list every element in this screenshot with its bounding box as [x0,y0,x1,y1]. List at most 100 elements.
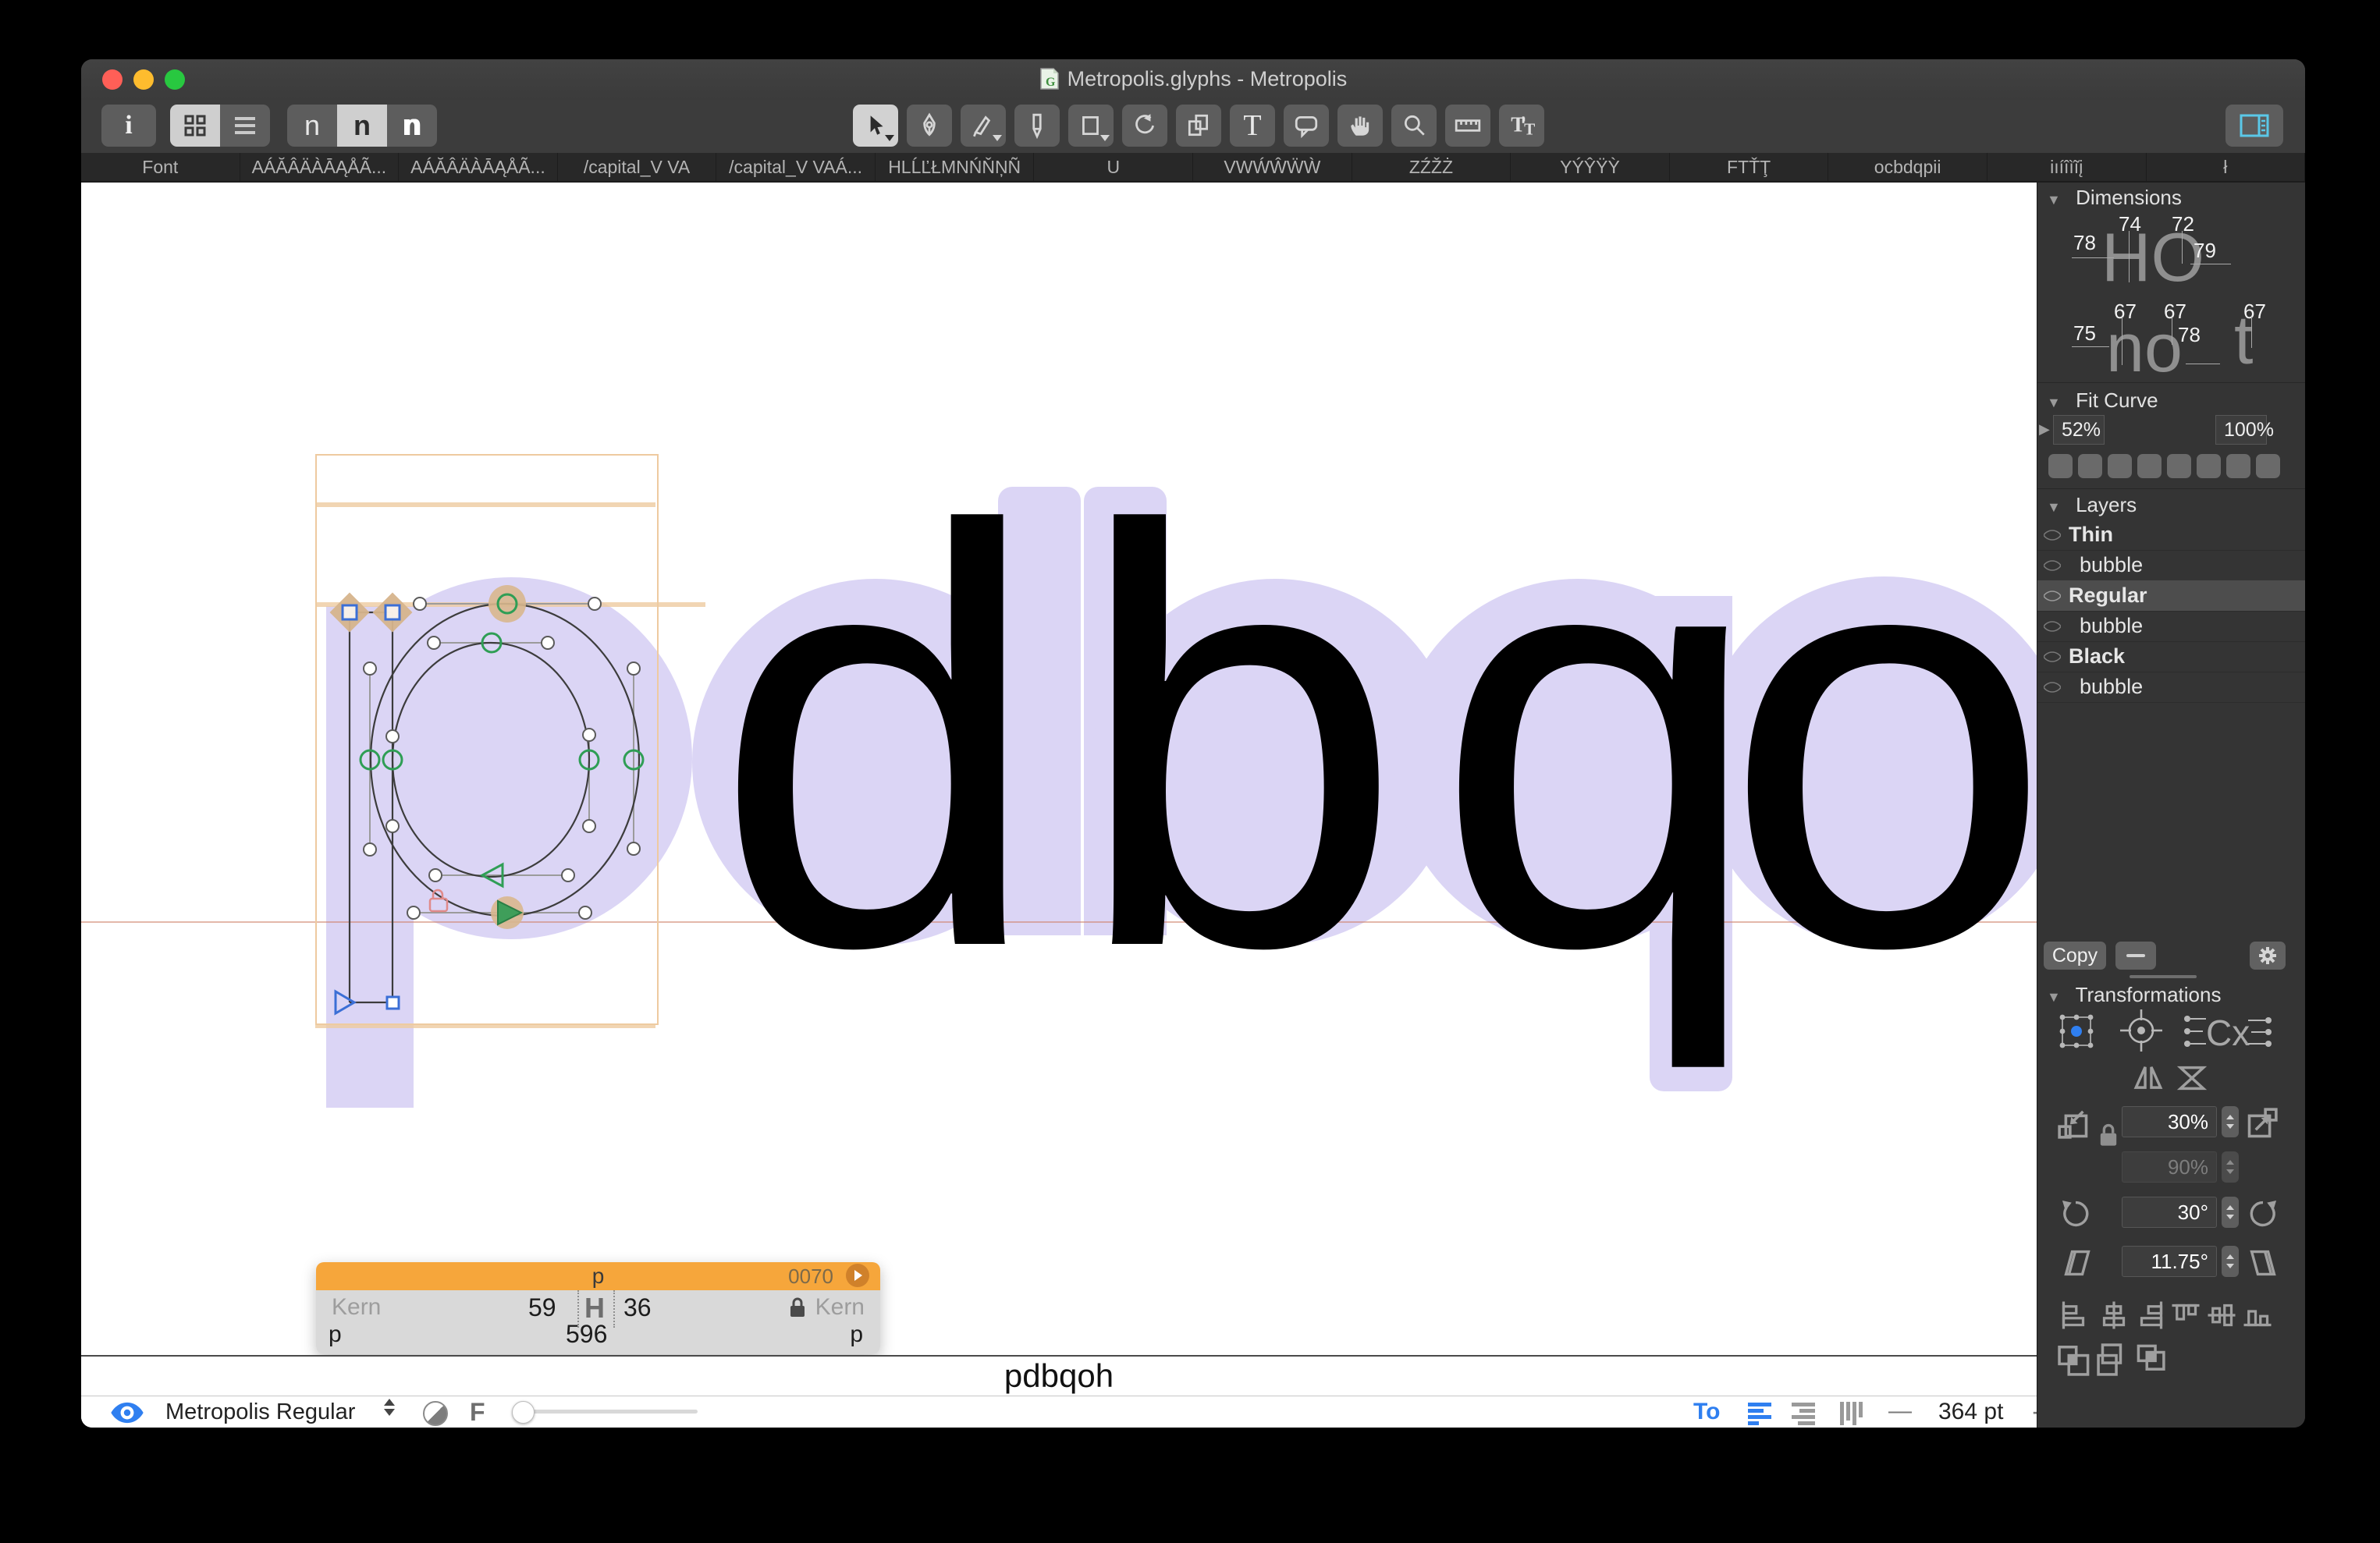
union-paths-icon[interactable] [2056,1342,2092,1378]
rotate-field[interactable]: 30° [2122,1197,2217,1228]
slant-field[interactable]: 11.75° [2122,1246,2217,1277]
align-top-edges-icon[interactable] [2169,1300,2203,1331]
slant-stepper[interactable] [2222,1246,2239,1277]
flip-horizontal-icon[interactable] [2131,1061,2165,1094]
dimensions-header[interactable]: ▼ Dimensions [2047,186,2182,210]
disclosure-down-icon[interactable]: ▼ [2047,499,2061,515]
font-info-button[interactable]: i [101,105,156,147]
remove-layer-button[interactable] [2115,942,2156,970]
layer-eye-icon[interactable] [2044,530,2061,541]
layer-row-regular-bubble[interactable]: bubble [2037,611,2305,642]
fit-curve-max-field[interactable]: 100% [2215,415,2267,445]
flip-vertical-icon[interactable] [2175,1062,2209,1094]
advance-width-value[interactable]: 596 [566,1320,607,1349]
tab-lslash[interactable]: ł [2147,153,2305,181]
fit-curve-step-button[interactable] [2108,454,2132,478]
left-sidebearing-value[interactable]: 59 [528,1293,556,1322]
fit-curve-min-field[interactable]: 52% [2053,415,2105,445]
primitives-tool-button[interactable] [1068,105,1114,147]
layer-eye-icon[interactable] [2044,651,2061,662]
tab-capital-v-va[interactable]: /capital_V VA [558,153,717,181]
locked-guide-lock-icon[interactable] [430,890,447,911]
lock-icon[interactable] [787,1296,808,1318]
weight-regular-button[interactable]: n [337,105,387,147]
kern-right-label[interactable]: Kern [815,1294,865,1321]
features-badge[interactable]: F [470,1398,485,1427]
right-sidebearing-value[interactable]: 36 [623,1293,652,1322]
annotate-tool-button[interactable] [1284,105,1329,147]
slant-right-icon[interactable] [2247,1246,2279,1280]
intersect-paths-icon[interactable] [2134,1342,2170,1378]
jump-to-glyph-button[interactable] [846,1264,869,1287]
layer-row-black[interactable]: Black [2037,641,2305,672]
pen-tool-button[interactable] [907,105,952,147]
scale-tool-button[interactable] [1176,105,1221,147]
layers-header[interactable]: ▼ Layers [2047,493,2137,517]
rotate-tool-button[interactable] [1122,105,1167,147]
rotate-cw-icon[interactable] [2247,1197,2279,1231]
tab-ft-group[interactable]: FTŤŢ [1670,153,1829,181]
fit-curve-step-button[interactable] [2048,454,2073,478]
fit-curve-step-button[interactable] [2078,454,2102,478]
zoom-level-value[interactable]: 364 pt [1938,1399,2003,1425]
grid-view-button[interactable] [170,105,220,147]
panel-resize-handle[interactable] [2130,975,2197,978]
scale-x-field[interactable]: 30% [2122,1106,2217,1137]
layer-eye-icon[interactable] [2044,621,2061,632]
select-tool-button[interactable] [853,105,898,147]
pencil-tool-button[interactable] [1014,105,1060,147]
tab-y-group[interactable]: YÝŶŸỲ [1511,153,1670,181]
rotate-stepper[interactable] [2222,1197,2239,1228]
tab-ocbdqpii[interactable]: ocbdqpii [1828,153,1987,181]
preview-font-select[interactable]: Metropolis Regular [165,1399,355,1425]
hand-tool-button[interactable] [1337,105,1383,147]
transform-origin-grid-icon[interactable] [2056,1011,2097,1052]
glyph-q[interactable]: q [1434,443,1764,1036]
font-select-stepper[interactable] [384,1399,395,1416]
copy-layer-button[interactable]: Copy [2044,942,2106,970]
tab-capital-v-vaa[interactable]: /capital_V VAÁ... [716,153,876,181]
scale-x-stepper[interactable] [2222,1106,2239,1137]
kerning-tool-button[interactable]: TT [1499,105,1544,147]
edited-glyph-outline[interactable] [81,183,940,1119]
right-metrics-group[interactable]: p [850,1321,863,1348]
disclosure-down-icon[interactable]: ▼ [2047,395,2061,410]
tab-vw-group[interactable]: VWẂŴẄẀ [1193,153,1352,181]
weight-thin-button[interactable]: n [287,105,337,147]
align-right-edges-icon[interactable] [2134,1300,2169,1331]
glyph-info-header[interactable]: p 0070 [316,1262,880,1290]
fit-curve-step-button[interactable] [2256,454,2280,478]
zoom-tool-button[interactable] [1391,105,1437,147]
preview-size-slider-knob[interactable] [512,1401,535,1424]
corner-node[interactable] [387,997,399,1009]
fit-curve-step-button[interactable] [2167,454,2191,478]
tab-font[interactable]: Font [81,153,240,181]
titlebar[interactable]: G Metropolis.glyphs - Metropolis [81,59,2305,100]
disclosure-down-icon[interactable]: ▼ [2047,989,2061,1005]
list-view-button[interactable] [220,105,270,147]
slant-left-icon[interactable] [2061,1246,2094,1280]
align-left-edges-icon[interactable] [2056,1300,2090,1331]
tab-u[interactable]: U [1034,153,1193,181]
preview-eye-icon[interactable] [109,1401,145,1424]
transform-origin-target-icon[interactable] [2119,1008,2164,1053]
scale-down-icon[interactable] [2056,1106,2090,1140]
layer-row-black-bubble[interactable]: bubble [2037,672,2305,703]
contrast-preview-icon[interactable] [423,1401,448,1426]
glyph-o[interactable]: o [1723,443,2037,1036]
disclosure-down-icon[interactable]: ▼ [2047,192,2061,208]
kern-left-label[interactable]: Kern [332,1294,381,1321]
tab-z-group[interactable]: ZŹŽŻ [1352,153,1511,181]
text-tool-button[interactable]: T [1230,105,1275,147]
rotate-ccw-icon[interactable] [2059,1197,2092,1231]
layer-eye-icon[interactable] [2044,682,2061,693]
preview-strip[interactable]: pdbqoh [81,1355,2037,1396]
writing-direction-icon[interactable]: To [1693,1399,1720,1425]
measure-tool-button[interactable] [1445,105,1490,147]
knife-tool-button[interactable] [961,105,1006,147]
align-center-horizontal-icon[interactable] [2097,1300,2131,1331]
scale-up-icon[interactable] [2245,1106,2279,1140]
fit-curve-step-button[interactable] [2197,454,2221,478]
transform-background-cx-icon[interactable]: Cx [2183,1011,2273,1052]
layer-settings-button[interactable] [2250,942,2286,970]
